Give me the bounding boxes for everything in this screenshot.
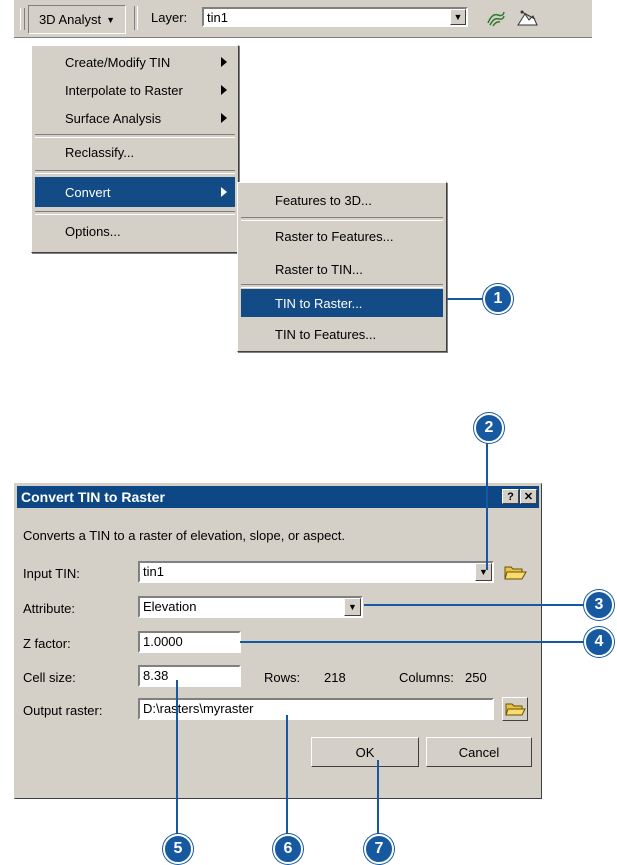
contour-tool-icon[interactable]	[485, 8, 507, 28]
analyst-toolbar: 3D Analyst ▼ Layer: tin1 ▼	[14, 0, 592, 38]
input-tin-dropdown-button[interactable]: ▼	[475, 563, 492, 581]
layer-value: tin1	[207, 10, 228, 25]
menu-separator	[241, 217, 443, 221]
menu-item-surface-analysis[interactable]: Surface Analysis	[35, 105, 235, 131]
callout-6-leader-line	[286, 715, 288, 840]
attribute-value: Elevation	[143, 599, 197, 614]
callout-2-leader-line	[486, 443, 488, 570]
submenu-item-raster-to-tin[interactable]: Raster to TIN...	[241, 256, 443, 282]
submenu-item-label: TIN to Features...	[275, 326, 377, 342]
menu-separator	[35, 211, 235, 215]
help-button[interactable]: ?	[502, 489, 519, 504]
dialog-titlebar[interactable]: Convert TIN to Raster ? ✕	[17, 486, 539, 508]
callout-3-leader-line	[364, 604, 586, 606]
input-tin-select[interactable]: tin1 ▼	[138, 561, 494, 583]
layer-label: Layer:	[151, 10, 188, 25]
menu-item-label: Create/Modify TIN	[65, 54, 171, 70]
menu-item-label: Surface Analysis	[65, 110, 162, 126]
columns-value: 250	[465, 670, 487, 685]
callout-3-badge: 3	[584, 590, 614, 620]
layer-dropdown-button[interactable]: ▼	[450, 9, 466, 25]
callout-1-leader-line	[447, 298, 485, 300]
cellsize-value: 8.38	[143, 668, 169, 683]
close-button[interactable]: ✕	[520, 489, 537, 504]
menu-item-convert[interactable]: Convert	[35, 177, 235, 207]
submenu-item-label: Raster to TIN...	[275, 261, 363, 277]
attribute-label: Attribute:	[23, 601, 76, 616]
columns-label: Columns:	[399, 670, 454, 685]
menu-item-label: Interpolate to Raster	[65, 82, 183, 98]
toolbar-grip[interactable]	[20, 8, 25, 30]
open-folder-icon[interactable]	[502, 560, 528, 584]
submenu-arrow-icon	[221, 85, 227, 95]
attribute-dropdown-button[interactable]: ▼	[344, 598, 361, 616]
submenu-item-features-to-3d[interactable]: Features to 3D...	[241, 187, 443, 213]
submenu-item-raster-to-features[interactable]: Raster to Features...	[241, 223, 443, 249]
dialog-description: Converts a TIN to a raster of elevation,…	[23, 528, 346, 543]
menu-item-label: Convert	[65, 184, 111, 200]
callout-7-badge: 7	[364, 834, 394, 864]
menu-item-interpolate-to-raster[interactable]: Interpolate to Raster	[35, 77, 235, 103]
submenu-item-label: TIN to Raster...	[275, 295, 363, 311]
rows-label: Rows:	[264, 670, 301, 685]
menu-item-label: Options...	[65, 223, 121, 239]
callout-6-badge: 6	[273, 834, 303, 864]
submenu-item-label: Features to 3D...	[275, 192, 372, 208]
submenu-arrow-icon	[221, 113, 227, 123]
line-of-sight-tool-icon[interactable]	[516, 8, 538, 28]
menu-separator	[35, 170, 235, 174]
zfactor-input[interactable]: 1.0000	[138, 631, 241, 653]
convert-submenu: Features to 3D... Raster to Features... …	[237, 182, 447, 352]
input-tin-label: Input TIN:	[23, 566, 80, 581]
zfactor-value: 1.0000	[143, 634, 183, 649]
menu-separator	[241, 284, 443, 288]
layer-select[interactable]: tin1 ▼	[202, 7, 468, 27]
output-raster-value: D:\rasters\myraster	[143, 701, 254, 716]
submenu-item-label: Raster to Features...	[275, 228, 394, 244]
output-raster-label: Output raster:	[23, 703, 103, 718]
submenu-item-tin-to-features[interactable]: TIN to Features...	[241, 321, 443, 347]
callout-5-leader-line	[176, 680, 178, 840]
callout-7-leader-line	[377, 760, 379, 840]
cancel-button[interactable]: Cancel	[426, 737, 532, 767]
dropdown-arrow-icon: ▼	[106, 14, 116, 25]
browse-output-icon[interactable]	[502, 697, 528, 721]
callout-2-badge: 2	[474, 413, 504, 443]
cellsize-label: Cell size:	[23, 670, 76, 685]
menu-separator	[35, 134, 235, 138]
ok-button[interactable]: OK	[311, 737, 419, 767]
attribute-select[interactable]: Elevation ▼	[138, 596, 363, 618]
menu-item-create-modify-tin[interactable]: Create/Modify TIN	[35, 49, 235, 75]
3d-analyst-label: 3D Analyst	[38, 12, 102, 27]
menu-item-options[interactable]: Options...	[35, 218, 235, 244]
zfactor-label: Z factor:	[23, 636, 71, 651]
dialog-title: Convert TIN to Raster	[21, 489, 165, 505]
toolbar-separator	[134, 6, 138, 30]
rows-value: 218	[324, 670, 346, 685]
callout-1-badge: 1	[483, 284, 513, 314]
3d-analyst-menu-button[interactable]: 3D Analyst ▼	[28, 5, 126, 34]
input-tin-value: tin1	[143, 564, 164, 579]
callout-4-badge: 4	[584, 627, 614, 657]
submenu-arrow-icon	[221, 187, 227, 197]
callout-5-badge: 5	[163, 834, 193, 864]
submenu-arrow-icon	[221, 57, 227, 67]
output-raster-input[interactable]: D:\rasters\myraster	[138, 698, 494, 720]
3d-analyst-dropdown-menu: Create/Modify TIN Interpolate to Raster …	[31, 45, 239, 253]
callout-4-leader-line	[240, 641, 586, 643]
cellsize-input[interactable]: 8.38	[138, 665, 241, 687]
menu-item-reclassify[interactable]: Reclassify...	[35, 139, 235, 165]
submenu-item-tin-to-raster[interactable]: TIN to Raster...	[241, 289, 443, 317]
menu-item-label: Reclassify...	[65, 144, 135, 160]
